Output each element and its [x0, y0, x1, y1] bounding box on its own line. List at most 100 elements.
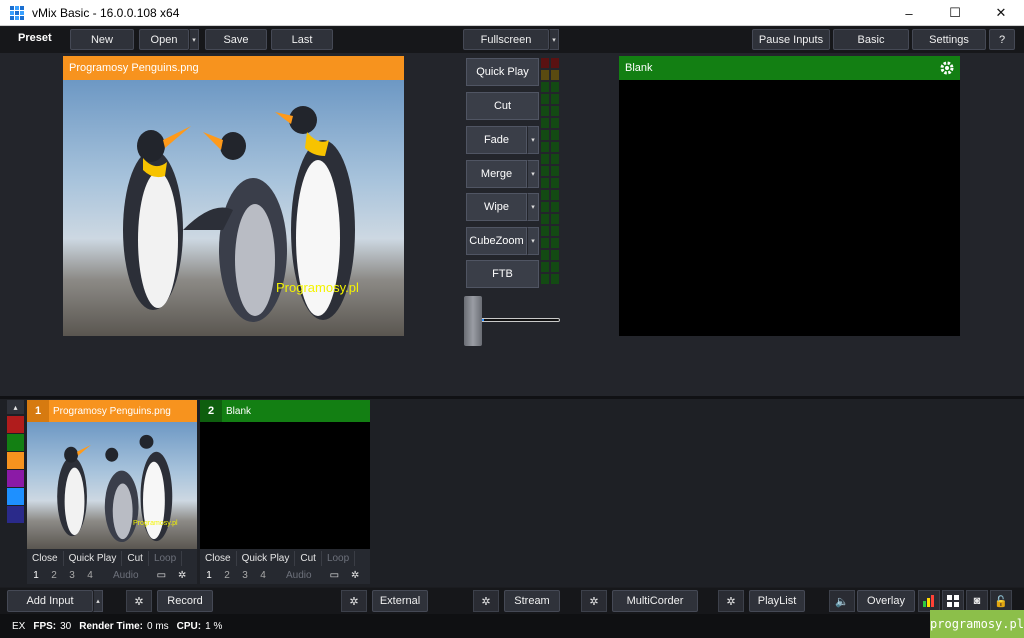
overlay-button[interactable]: Overlay: [857, 590, 915, 612]
color-swatch[interactable]: [7, 416, 24, 433]
input-1-slot-2[interactable]: 2: [45, 570, 63, 581]
input-1-slot-4[interactable]: 4: [81, 570, 99, 581]
snapshot-icon[interactable]: ◙: [966, 590, 988, 612]
multiview-icon[interactable]: [942, 590, 964, 612]
help-button[interactable]: ?: [989, 29, 1015, 50]
meter-cell: [541, 94, 549, 104]
speaker-icon[interactable]: 🔈: [829, 590, 855, 612]
input-1-cut-button[interactable]: Cut: [122, 551, 149, 566]
input-2-cut-button[interactable]: Cut: [295, 551, 322, 566]
wipe-button[interactable]: Wipe: [466, 193, 527, 221]
record-button[interactable]: Record: [157, 590, 213, 612]
input-2-slot-3[interactable]: 3: [236, 570, 254, 581]
input-2-slot-1[interactable]: 1: [200, 570, 218, 581]
color-swatch[interactable]: [7, 488, 24, 505]
playlist-gear-icon[interactable]: ✲: [718, 590, 744, 612]
add-input-dropdown-icon[interactable]: ▴: [93, 590, 103, 612]
cut-button[interactable]: Cut: [466, 92, 539, 120]
multicorder-button[interactable]: MultiCorder: [612, 590, 698, 612]
bottom-toolbar: Add Input ▴ ✲ Record ✲ External ✲ Stream…: [0, 588, 1024, 614]
input-1-slot-3[interactable]: 3: [63, 570, 81, 581]
input-2-number: 2: [200, 400, 222, 422]
input-2-gear-icon[interactable]: ✲: [351, 570, 359, 581]
input-1-monitor-icon[interactable]: ▭: [157, 570, 166, 581]
quick-play-button[interactable]: Quick Play: [466, 58, 539, 86]
audio-levels-icon[interactable]: [918, 590, 940, 612]
stream-button[interactable]: Stream: [504, 590, 560, 612]
meter-cell: [541, 130, 549, 140]
penguins-image-icon: [123, 106, 355, 322]
input-2-monitor-icon[interactable]: ▭: [330, 570, 339, 581]
input-1-loop-button[interactable]: Loop: [149, 551, 183, 566]
add-input-button[interactable]: Add Input: [7, 590, 93, 612]
collapse-strip-icon[interactable]: ▴: [7, 400, 24, 414]
close-window-button[interactable]: ✕: [978, 0, 1024, 26]
record-gear-icon[interactable]: ✲: [126, 590, 152, 612]
merge-dropdown-icon[interactable]: ▾: [527, 160, 539, 188]
meter-cell: [551, 82, 559, 92]
maximize-button[interactable]: ☐: [932, 0, 978, 26]
color-swatch[interactable]: [7, 434, 24, 451]
color-swatch[interactable]: [7, 506, 24, 523]
meter-cell: [551, 190, 559, 200]
meter-cell: [541, 202, 549, 212]
save-button[interactable]: Save: [205, 29, 267, 50]
fullscreen-button[interactable]: Fullscreen: [463, 29, 549, 50]
preview-panel[interactable]: Programosy Penguins.png Programosy.pl: [63, 56, 404, 336]
settings-button[interactable]: Settings: [912, 29, 986, 50]
cubezoom-button[interactable]: CubeZoom: [466, 227, 527, 255]
meter-cell: [541, 190, 549, 200]
input-card-1[interactable]: 1 Programosy Penguins.png Programosy.pl …: [27, 400, 197, 584]
input-1-thumbnail[interactable]: Programosy.pl: [27, 422, 197, 549]
input-1-close-button[interactable]: Close: [27, 551, 64, 566]
meter-cell: [541, 142, 549, 152]
input-2-audio-button[interactable]: Audio: [286, 570, 312, 581]
ftb-button[interactable]: FTB: [466, 260, 539, 288]
input-1-quick-play-button[interactable]: Quick Play: [64, 551, 123, 566]
wipe-dropdown-icon[interactable]: ▾: [527, 193, 539, 221]
meter-cell: [541, 166, 549, 176]
render-time-value: 0 ms: [146, 620, 169, 632]
external-gear-icon[interactable]: ✲: [341, 590, 367, 612]
cubezoom-dropdown-icon[interactable]: ▾: [527, 227, 539, 255]
color-strip[interactable]: [7, 416, 24, 524]
input-2-header[interactable]: 2 Blank: [200, 400, 370, 422]
external-button[interactable]: External: [372, 590, 428, 612]
tbar-slider-handle[interactable]: [464, 296, 482, 346]
open-dropdown-icon[interactable]: ▾: [189, 29, 199, 50]
last-button[interactable]: Last: [271, 29, 333, 50]
color-swatch[interactable]: [7, 470, 24, 487]
color-swatch[interactable]: [7, 452, 24, 469]
title-bar: vMix Basic - 16.0.0.108 x64 – ☐ ✕: [0, 0, 1024, 26]
input-1-slot-1[interactable]: 1: [27, 570, 45, 581]
input-1-audio-button[interactable]: Audio: [113, 570, 139, 581]
meter-cell: [541, 70, 549, 80]
vmix-logo-icon: [10, 5, 24, 20]
input-2-thumbnail[interactable]: [200, 422, 370, 549]
stream-gear-icon[interactable]: ✲: [473, 590, 499, 612]
meter-cell: [551, 94, 559, 104]
open-button[interactable]: Open: [139, 29, 189, 50]
input-1-header[interactable]: 1 Programosy Penguins.png: [27, 400, 197, 422]
output-gear-icon[interactable]: [938, 59, 956, 77]
input-2-close-button[interactable]: Close: [200, 551, 237, 566]
merge-button[interactable]: Merge: [466, 160, 527, 188]
lock-icon[interactable]: 🔓: [990, 590, 1012, 612]
input-2-slot-2[interactable]: 2: [218, 570, 236, 581]
multicorder-gear-icon[interactable]: ✲: [581, 590, 607, 612]
pause-inputs-button[interactable]: Pause Inputs: [752, 29, 830, 50]
input-card-2[interactable]: 2 Blank Close Quick Play Cut Loop 1 2 3 …: [200, 400, 370, 584]
fade-dropdown-icon[interactable]: ▾: [527, 126, 539, 154]
playlist-button[interactable]: PlayList: [749, 590, 805, 612]
input-2-loop-button[interactable]: Loop: [322, 551, 356, 566]
output-title: Blank: [619, 56, 960, 80]
new-button[interactable]: New: [70, 29, 134, 50]
meter-cell: [541, 178, 549, 188]
input-1-gear-icon[interactable]: ✲: [178, 570, 186, 581]
fade-button[interactable]: Fade: [466, 126, 527, 154]
minimize-button[interactable]: –: [886, 0, 932, 26]
input-2-slot-4[interactable]: 4: [254, 570, 272, 581]
basic-button[interactable]: Basic: [833, 29, 909, 50]
input-2-quick-play-button[interactable]: Quick Play: [237, 551, 296, 566]
fullscreen-dropdown-icon[interactable]: ▾: [549, 29, 559, 50]
